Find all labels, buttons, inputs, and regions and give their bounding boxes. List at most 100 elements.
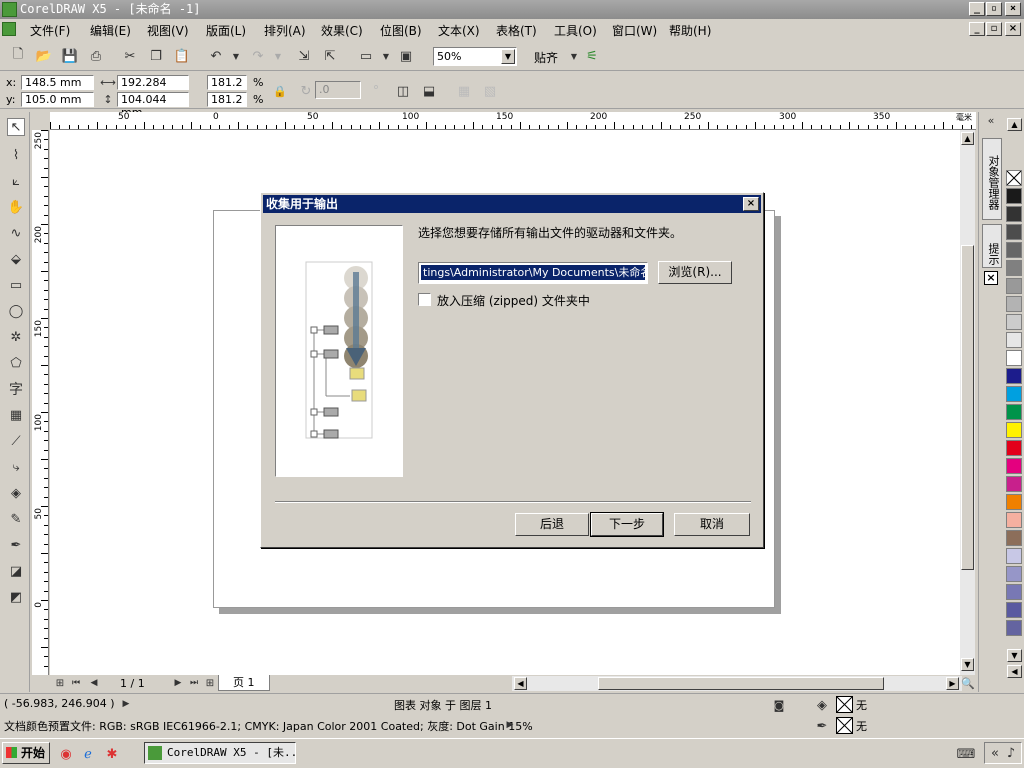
palette-swatch[interactable] — [1006, 566, 1022, 582]
mirror-horizontal-icon[interactable]: ◫ — [395, 83, 411, 99]
palette-swatch[interactable] — [1006, 368, 1022, 384]
ie-quicklaunch-icon[interactable]: ℯ — [80, 746, 96, 762]
launcher-dropdown-icon[interactable]: ▼ — [378, 48, 394, 64]
first-page-icon[interactable]: ⏮ — [68, 675, 84, 691]
tray-expand-icon[interactable]: « — [987, 745, 1003, 761]
x-position-field[interactable]: 148.5 mm — [21, 75, 94, 90]
menu-arrange[interactable]: 排列(A) — [264, 22, 306, 39]
zoom-dropdown-icon[interactable]: ▼ — [501, 49, 515, 64]
palette-swatch[interactable] — [1006, 494, 1022, 510]
last-page-icon[interactable]: ⏭ — [186, 675, 202, 691]
doc-close-button[interactable]: × — [1005, 22, 1021, 36]
horizontal-scroll-thumb[interactable] — [598, 677, 884, 690]
interactive-fill-tool-icon[interactable]: ◩ — [7, 588, 25, 606]
export-icon[interactable]: ⇱ — [322, 48, 338, 64]
browse-button[interactable]: 浏览(R)... — [658, 261, 732, 284]
palette-swatch[interactable] — [1006, 278, 1022, 294]
docker-expand-icon[interactable]: « — [983, 112, 999, 128]
pick-tool-icon[interactable]: ↖ — [7, 118, 25, 136]
prev-page-icon[interactable]: ◀ — [86, 675, 102, 691]
palette-scroll-down-icon[interactable]: ▼ — [1007, 649, 1022, 662]
palette-swatch[interactable] — [1006, 440, 1022, 456]
palette-swatch[interactable] — [1006, 548, 1022, 564]
menu-view[interactable]: 视图(V) — [147, 22, 189, 39]
basic-shapes-tool-icon[interactable]: ⬠ — [7, 354, 25, 372]
docker-tab-object-manager[interactable]: 对象管理器 — [982, 138, 1002, 220]
minimize-button[interactable]: _ — [969, 2, 985, 16]
cut-icon[interactable]: ✂ — [122, 48, 138, 64]
connector-tool-icon[interactable]: ⤷ — [7, 458, 25, 476]
zip-checkbox[interactable] — [418, 293, 431, 306]
palette-swatch[interactable] — [1006, 224, 1022, 240]
mirror-vertical-icon[interactable]: ⬓ — [421, 83, 437, 99]
menu-bitmaps[interactable]: 位图(B) — [380, 22, 422, 39]
palette-swatch[interactable] — [1006, 206, 1022, 222]
copy-icon[interactable]: ❐ — [148, 48, 164, 64]
outline-tool-icon[interactable]: ✒ — [7, 536, 25, 554]
palette-swatch[interactable] — [1006, 512, 1022, 528]
menu-file[interactable]: 文件(F) — [30, 22, 70, 39]
welcome-screen-icon[interactable]: ▣ — [398, 48, 414, 64]
vertical-ruler[interactable]: 250 200 150 100 50 0 — [32, 130, 49, 675]
scroll-down-icon[interactable]: ▼ — [961, 658, 974, 671]
undo-icon[interactable]: ↶ — [208, 48, 224, 64]
app-quicklaunch-icon[interactable]: ✱ — [104, 746, 120, 762]
scroll-right-icon[interactable]: ▶ — [946, 677, 959, 690]
palette-swatch[interactable] — [1006, 584, 1022, 600]
palette-swatch[interactable] — [1006, 458, 1022, 474]
import-icon[interactable]: ⇲ — [296, 48, 312, 64]
height-field[interactable]: 104.044 mm — [117, 92, 189, 119]
scroll-left-icon[interactable]: ◀ — [514, 677, 527, 690]
start-button[interactable]: 开始 — [2, 742, 50, 764]
zoom-level-field[interactable]: 50% ▼ — [433, 47, 517, 66]
next-button[interactable]: 下一步 — [590, 512, 664, 537]
open-icon[interactable]: 📂 — [36, 48, 52, 64]
vertical-scroll-thumb[interactable] — [961, 245, 974, 570]
outline-swatch[interactable] — [836, 717, 853, 734]
palette-swatch[interactable] — [1006, 188, 1022, 204]
palette-expand-icon[interactable]: ◀ — [1007, 665, 1022, 678]
palette-swatch[interactable] — [1006, 296, 1022, 312]
scale-y-field[interactable]: 181.2 — [207, 92, 247, 107]
palette-swatch[interactable] — [1006, 332, 1022, 348]
dimension-tool-icon[interactable]: ⟋ — [7, 432, 25, 450]
undo-dropdown-icon[interactable]: ▼ — [228, 48, 244, 64]
palette-swatch[interactable] — [1006, 476, 1022, 492]
no-color-swatch[interactable] — [1006, 170, 1022, 186]
lock-ratio-icon[interactable]: 🔒 — [272, 83, 288, 99]
close-button[interactable]: × — [1005, 2, 1021, 16]
shape-tool-icon[interactable]: ⌇ — [7, 146, 25, 164]
volume-tray-icon[interactable]: ♪ — [1003, 745, 1019, 761]
page-tab[interactable]: 页 1 — [218, 675, 270, 691]
horizontal-ruler[interactable]: 50 0 50 100 150 200 250 300 350 毫米 — [50, 112, 976, 130]
doc-minimize-button[interactable]: _ — [969, 22, 985, 36]
ruler-origin[interactable] — [32, 112, 49, 130]
ungroup-icon[interactable]: ▧ — [482, 83, 498, 99]
eyedropper-tool-icon[interactable]: ✎ — [7, 510, 25, 528]
add-page-before-icon[interactable]: ⊞ — [52, 675, 68, 691]
fill-tool-icon[interactable]: ◪ — [7, 562, 25, 580]
palette-swatch[interactable] — [1006, 260, 1022, 276]
polygon-tool-icon[interactable]: ✲ — [7, 328, 25, 346]
menu-edit[interactable]: 编辑(E) — [90, 22, 131, 39]
redo-dropdown-icon[interactable]: ▼ — [270, 48, 286, 64]
snap-to-label[interactable]: 贴齐 — [534, 49, 558, 66]
scroll-up-icon[interactable]: ▲ — [961, 132, 974, 145]
width-field[interactable]: 192.284 mm — [117, 75, 189, 102]
vertical-scrollbar[interactable]: ▲ ▼ — [960, 130, 975, 675]
palette-swatch[interactable] — [1006, 350, 1022, 366]
freehand-tool-icon[interactable]: ∿ — [7, 224, 25, 242]
palette-swatch[interactable] — [1006, 602, 1022, 618]
fill-swatch[interactable] — [836, 696, 853, 713]
doc-restore-button[interactable]: ▫ — [986, 22, 1002, 36]
group-icon[interactable]: ▦ — [456, 83, 472, 99]
taskbar-coreldraw-button[interactable]: CorelDRAW X5 - [未... — [144, 742, 296, 764]
crop-tool-icon[interactable]: ⟀ — [7, 172, 25, 190]
navigator-zoom-icon[interactable]: 🔍 — [960, 675, 976, 691]
back-button[interactable]: 后退 — [515, 513, 589, 536]
rectangle-tool-icon[interactable]: ▭ — [7, 276, 25, 294]
save-icon[interactable]: 💾 — [62, 48, 78, 64]
menu-layout[interactable]: 版面(L) — [206, 22, 246, 39]
palette-swatch[interactable] — [1006, 404, 1022, 420]
menu-table[interactable]: 表格(T) — [496, 22, 537, 39]
